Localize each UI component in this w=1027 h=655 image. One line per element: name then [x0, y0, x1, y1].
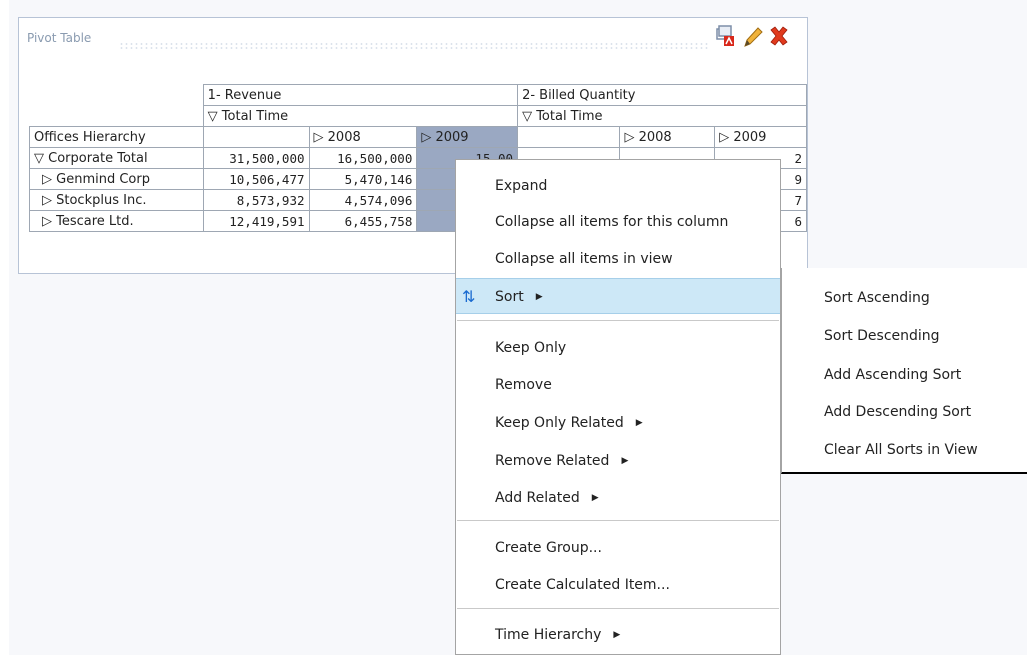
menu-item-label: Create Group... [495, 540, 602, 556]
submenu-item-label: Sort Descending [824, 328, 940, 344]
submenu-item-sort-ascending[interactable]: Sort Ascending [782, 279, 1027, 317]
value-cell: 10,506,477 [202, 168, 310, 190]
menu-item-label: Time Hierarchy [495, 627, 602, 643]
menu-item-label: Add Related [495, 490, 580, 506]
menu-item-add-related[interactable]: Add Related ▶ [456, 480, 780, 516]
value-cell: 8,573,932 [202, 189, 310, 211]
menu-item-label: Remove Related [495, 453, 610, 469]
submenu-item-add-descending-sort[interactable]: Add Descending Sort [782, 393, 1027, 431]
menu-item-collapse-view[interactable]: Collapse all items in view [456, 241, 780, 277]
menu-item-label: Keep Only Related [495, 415, 624, 431]
menu-item-label: Expand [495, 178, 548, 194]
title-bar-dots [119, 42, 709, 50]
col-header-total-time-quantity[interactable]: ▽ Total Time [517, 105, 807, 127]
submenu-arrow-icon: ▶ [635, 418, 643, 428]
col-header-quantity-2009[interactable]: ▷ 2009 [714, 126, 807, 148]
pivot-view-title: Pivot Table [27, 31, 92, 45]
pivot-view-header: Pivot Table [19, 18, 807, 50]
corner-cell [29, 84, 204, 106]
red-x-icon[interactable] [767, 25, 791, 49]
col-header-revenue-2008[interactable]: ▷ 2008 [308, 126, 418, 148]
menu-separator [457, 320, 779, 321]
menu-item-keep-only[interactable]: Keep Only [456, 330, 780, 366]
menu-item-expand[interactable]: Expand [456, 168, 780, 204]
menu-item-collapse-column[interactable]: Collapse all items for this column [456, 204, 780, 240]
menu-item-sort[interactable]: ⇅ Sort ▶ [456, 278, 780, 314]
submenu-item-clear-all-sorts[interactable]: Clear All Sorts in View [782, 431, 1027, 469]
menu-item-create-group[interactable]: Create Group... [456, 530, 780, 566]
menu-item-label: Remove [495, 377, 552, 393]
col-header-quantity-2008[interactable]: ▷ 2008 [619, 126, 716, 148]
col-header-blank [517, 126, 621, 148]
submenu-arrow-icon: ▶ [621, 456, 629, 466]
menu-item-create-calculated-item[interactable]: Create Calculated Item... [456, 567, 780, 603]
corner-cell [29, 105, 204, 127]
pencil-icon[interactable] [741, 25, 765, 49]
submenu-item-add-ascending-sort[interactable]: Add Ascending Sort [782, 356, 1027, 394]
menu-item-keep-only-related[interactable]: Keep Only Related ▶ [456, 405, 780, 441]
menu-separator [457, 520, 779, 521]
view-toolbar [713, 25, 809, 49]
submenu-item-sort-descending[interactable]: Sort Descending [782, 317, 1027, 355]
submenu-arrow-icon: ▶ [613, 630, 621, 640]
col-header-revenue-2009[interactable]: ▷ 2009 [416, 126, 519, 148]
submenu-arrow-icon: ▶ [535, 292, 543, 302]
row-label[interactable]: ▷ Stockplus Inc. [29, 189, 204, 211]
sort-arrows-icon: ⇅ [462, 287, 476, 306]
sort-submenu: Sort Ascending Sort Descending Add Ascen… [781, 268, 1027, 474]
edit-properties-icon[interactable] [715, 25, 739, 49]
menu-item-time-hierarchy[interactable]: Time Hierarchy ▶ [456, 617, 780, 653]
value-cell: 6,455,758 [308, 210, 418, 232]
col-header-billed-quantity[interactable]: 2- Billed Quantity [517, 84, 807, 106]
row-label[interactable]: ▷ Genmind Corp [29, 168, 204, 190]
menu-separator [457, 608, 779, 609]
value-cell: 5,470,146 [308, 168, 418, 190]
submenu-item-label: Sort Ascending [824, 290, 930, 306]
submenu-item-label: Add Ascending Sort [824, 367, 962, 383]
menu-item-label: Sort [495, 289, 524, 305]
submenu-arrow-icon: ▶ [591, 493, 599, 503]
value-cell: 12,419,591 [202, 210, 310, 232]
left-margin [0, 0, 9, 655]
menu-item-label: Keep Only [495, 340, 567, 356]
menu-item-remove-related[interactable]: Remove Related ▶ [456, 443, 780, 479]
submenu-item-label: Add Descending Sort [824, 404, 972, 420]
menu-item-label: Collapse all items for this column [495, 214, 729, 230]
menu-item-label: Collapse all items in view [495, 251, 673, 267]
value-cell: 4,574,096 [308, 189, 418, 211]
row-label[interactable]: ▽ Corporate Total [29, 147, 204, 169]
col-header-blank [202, 126, 310, 148]
col-header-revenue[interactable]: 1- Revenue [202, 84, 519, 106]
row-label[interactable]: ▷ Tescare Ltd. [29, 210, 204, 232]
menu-item-remove[interactable]: Remove [456, 367, 780, 403]
col-header-total-time-revenue[interactable]: ▽ Total Time [202, 105, 519, 127]
submenu-item-label: Clear All Sorts in View [824, 442, 978, 458]
value-cell: 31,500,000 [202, 147, 310, 169]
context-menu: Expand Collapse all items for this colum… [455, 159, 781, 655]
menu-item-label: Create Calculated Item... [495, 577, 670, 593]
row-header-offices-hierarchy[interactable]: Offices Hierarchy [29, 126, 204, 148]
value-cell: 16,500,000 [308, 147, 418, 169]
